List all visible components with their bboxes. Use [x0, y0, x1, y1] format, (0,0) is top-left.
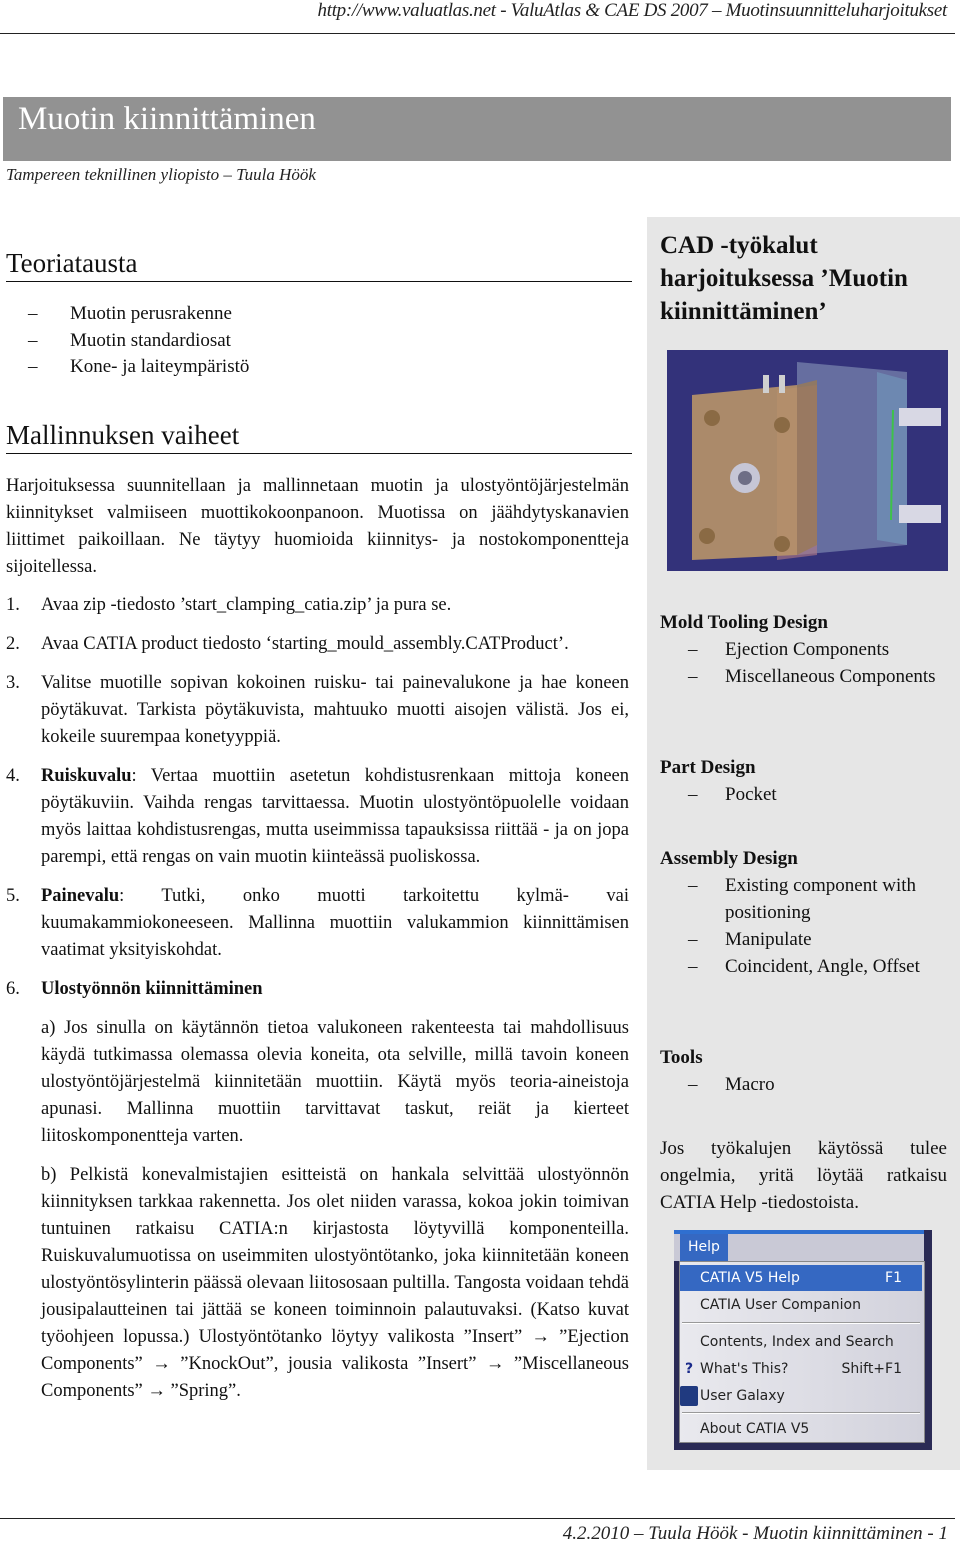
menu-item-label: Contents, Index and Search	[700, 1334, 894, 1350]
step-number: 2.	[6, 634, 20, 654]
page-subtitle: Tampereen teknillinen yliopisto – Tuula …	[6, 165, 316, 184]
step-number: 6.	[6, 979, 20, 999]
step-item: 2. Avaa CATIA product tiedosto ‘starting…	[6, 631, 629, 658]
tool-item: Manipulate	[660, 926, 950, 953]
step-number: 3.	[6, 673, 20, 693]
phases-intro: Harjoituksessa suunnitellaan ja mallinne…	[6, 476, 629, 577]
tool-item: Macro	[660, 1071, 950, 1098]
step-text: Avaa zip -tiedosto ’start_clamping_catia…	[41, 595, 452, 615]
tool-item: Pocket	[660, 781, 950, 808]
theory-item: Muotin standardiosat	[28, 328, 249, 355]
step-number: 1.	[6, 595, 20, 615]
running-header: http://www.valuatlas.net - ValuAtlas & C…	[0, 0, 955, 34]
footer-divider	[0, 1518, 955, 1519]
menu-separator	[682, 1412, 920, 1414]
sidebar-heading: CAD -työkalut harjoituksessa ’Muotin kii…	[660, 232, 908, 325]
step-bold-label: Ulostyönnön kiinnittäminen	[41, 979, 263, 999]
step-number: 4.	[6, 766, 20, 786]
tool-item: Miscellaneous Components	[660, 663, 950, 690]
step-bold-label: Ruiskuvalu	[41, 766, 132, 786]
menu-bar: Help	[674, 1230, 924, 1261]
cad-tools-sidebar: CAD -työkalut harjoituksessa ’Muotin kii…	[647, 217, 960, 1470]
step-item: 4. Ruiskuvalu: Vertaa muottiin asetetun …	[6, 763, 629, 871]
help-note: Jos työkalujen käytössä tulee ongelmia, …	[660, 1138, 947, 1213]
running-header-text: http://www.valuatlas.net - ValuAtlas & C…	[317, 0, 948, 21]
mould-assembly-image	[667, 350, 948, 571]
menu-item-label: User Galaxy	[700, 1388, 785, 1404]
tool-group-mold-tooling: Mold Tooling Design Ejection Components …	[660, 609, 950, 690]
menu-item-shortcut: F1	[885, 1270, 902, 1286]
tool-item: Coincident, Angle, Offset	[660, 953, 950, 980]
step-text: : Tutki, onko muotti tarkoitettu kylmä- …	[41, 886, 629, 960]
step-item: 1. Avaa zip -tiedosto ’start_clamping_ca…	[6, 592, 629, 619]
theory-list: Muotin perusrakenne Muotin standardiosat…	[28, 301, 249, 381]
menu-item-shortcut: Shift+F1	[841, 1361, 902, 1377]
menu-item-about[interactable]: About CATIA V5	[680, 1416, 922, 1442]
step-number: 5.	[6, 886, 20, 906]
menu-item-user-galaxy[interactable]: User Galaxy	[680, 1383, 922, 1409]
tool-group-title: Part Design	[660, 757, 756, 778]
tool-group-title: Tools	[660, 1047, 703, 1068]
user-galaxy-icon	[680, 1386, 698, 1406]
step-text: Avaa CATIA product tiedosto ‘starting_mo…	[41, 634, 569, 654]
mould-render-graphic	[667, 350, 948, 571]
catia-help-menu-screenshot: Help CATIA V5 Help F1 CATIA User Compani…	[674, 1230, 932, 1450]
tool-item: Existing component with positioning	[660, 872, 950, 926]
page-title: Muotin kiinnittäminen	[18, 101, 316, 137]
theory-item: Muotin perusrakenne	[28, 301, 249, 328]
theory-item: Kone- ja laiteympäristö	[28, 354, 249, 381]
tool-group-tools: Tools Macro	[660, 1044, 950, 1098]
step-text: Valitse muotille sopivan kokoinen ruisku…	[41, 673, 629, 747]
step-item: 5. Painevalu: Tutki, onko muotti tarkoit…	[6, 883, 629, 964]
tool-item: Ejection Components	[660, 636, 950, 663]
menu-separator	[682, 1322, 920, 1324]
menu-item-label: About CATIA V5	[700, 1421, 810, 1437]
tool-group-title: Assembly Design	[660, 848, 798, 869]
tool-group-part-design: Part Design Pocket	[660, 754, 950, 808]
whats-this-icon: ?	[684, 1361, 694, 1377]
menu-item-user-companion[interactable]: CATIA User Companion	[680, 1292, 922, 1318]
menu-item-contents[interactable]: Contents, Index and Search	[680, 1329, 922, 1355]
step-item: 3. Valitse muotille sopivan kokoinen rui…	[6, 670, 629, 751]
menu-item-catia-v5-help[interactable]: CATIA V5 Help F1	[680, 1265, 922, 1291]
tool-group-title: Mold Tooling Design	[660, 612, 828, 633]
menu-item-label: What's This?	[700, 1361, 789, 1377]
menu-item-label: CATIA User Companion	[700, 1297, 861, 1313]
steps-list: 1. Avaa zip -tiedosto ’start_clamping_ca…	[6, 592, 629, 1417]
step-bold-label: Painevalu	[41, 886, 120, 906]
theory-heading: Teoriatausta	[6, 248, 632, 282]
tool-group-assembly-design: Assembly Design Existing component with …	[660, 845, 950, 980]
step-item: 6. Ulostyönnön kiinnittäminen a) Jos sin…	[6, 976, 629, 1405]
step-sub-b: b) Pelkistä konevalmistajien esitteistä …	[41, 1165, 629, 1401]
footer-text: 4.2.2010 – Tuula Höök - Muotin kiinnittä…	[562, 1523, 948, 1544]
phases-heading: Mallinnuksen vaiheet	[6, 420, 632, 454]
title-bar: Muotin kiinnittäminen	[3, 97, 951, 161]
menu-item-whats-this[interactable]: ? What's This? Shift+F1	[680, 1356, 922, 1382]
step-sub-a: a) Jos sinulla on käytännön tietoa valuk…	[41, 1018, 629, 1146]
menu-item-label: CATIA V5 Help	[700, 1270, 800, 1286]
help-menu-title[interactable]: Help	[680, 1234, 728, 1261]
help-dropdown: CATIA V5 Help F1 CATIA User Companion Co…	[679, 1261, 925, 1443]
